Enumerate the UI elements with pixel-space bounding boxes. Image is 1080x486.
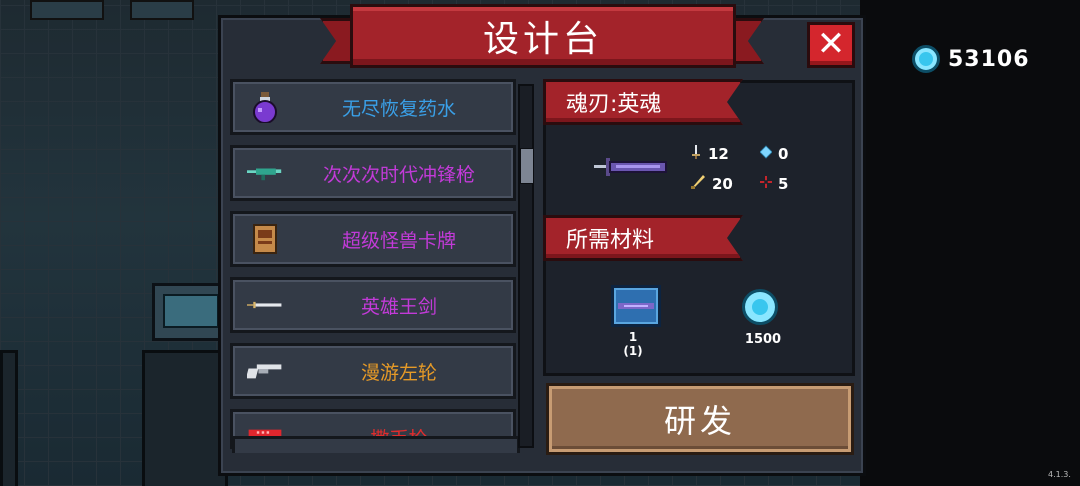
gem-count: 53106 — [948, 46, 1030, 72]
list-scrollbar[interactable] — [518, 84, 534, 448]
sword-icon — [247, 290, 283, 320]
wall-block — [130, 0, 194, 20]
damage-value: 12 — [708, 145, 729, 163]
list-item[interactable]: 超级怪兽卡牌 — [230, 211, 516, 267]
weapon-preview-icon — [594, 150, 670, 188]
materials-header: 所需材料 — [543, 215, 743, 261]
smg-icon — [247, 158, 283, 188]
list-item[interactable]: 漫游左轮 — [230, 343, 516, 399]
close-button[interactable]: ✕ — [807, 22, 855, 68]
accuracy-stat: 5 — [760, 175, 788, 193]
crit-stat: 20 — [690, 175, 733, 193]
panel-title: 设计台 — [350, 4, 736, 68]
version-label: 4.1.3. — [1048, 470, 1071, 479]
blade-material-icon — [611, 285, 661, 327]
material-required: 1 (1) — [618, 330, 648, 358]
wall-block — [30, 0, 104, 20]
list-item[interactable]: 无尽恢复药水 — [230, 79, 516, 135]
item-label: 超级怪兽卡牌 — [341, 229, 456, 252]
energy-value: 0 — [778, 145, 789, 163]
gem-icon — [742, 289, 778, 325]
research-button[interactable]: 研发 — [546, 383, 854, 455]
accuracy-value: 5 — [778, 175, 789, 193]
dagger-icon — [690, 145, 702, 163]
revolver-icon — [247, 356, 283, 386]
wall-block — [0, 350, 18, 486]
list-item[interactable]: 英雄王剑 — [230, 277, 516, 333]
crit-blade-icon — [690, 175, 706, 193]
material-owned-count: (1) — [623, 344, 643, 358]
item-label: 英雄王剑 — [360, 295, 437, 318]
gem-icon — [912, 45, 940, 73]
gem-cost: 1500 — [744, 332, 782, 347]
crosshair-icon — [760, 175, 772, 193]
scroll-thumb[interactable] — [520, 148, 534, 184]
wall-block — [142, 350, 228, 486]
list-item-partial — [232, 436, 520, 453]
list-item[interactable]: 次次次时代冲锋枪 — [230, 145, 516, 201]
item-label: 漫游左轮 — [360, 361, 437, 384]
energy-diamond-icon — [760, 145, 772, 163]
item-label: 无尽恢复药水 — [341, 97, 456, 120]
crit-value: 20 — [712, 175, 733, 193]
potion-icon — [247, 92, 283, 123]
card-icon — [247, 224, 283, 254]
energy-stat: 0 — [760, 145, 788, 163]
material-required-count: 1 — [628, 330, 638, 344]
item-label: 次次次时代冲锋枪 — [322, 163, 475, 186]
damage-stat: 12 — [690, 145, 729, 163]
gem-counter: 53106 — [912, 44, 1030, 74]
weapon-name: 魂刃:英魂 — [543, 79, 743, 125]
recipe-list[interactable]: 无尽恢复药水 次次次时代冲锋枪 超级怪兽卡牌 英雄王剑 漫游左轮 撒币枪 — [230, 79, 516, 449]
console-screen — [163, 294, 219, 328]
